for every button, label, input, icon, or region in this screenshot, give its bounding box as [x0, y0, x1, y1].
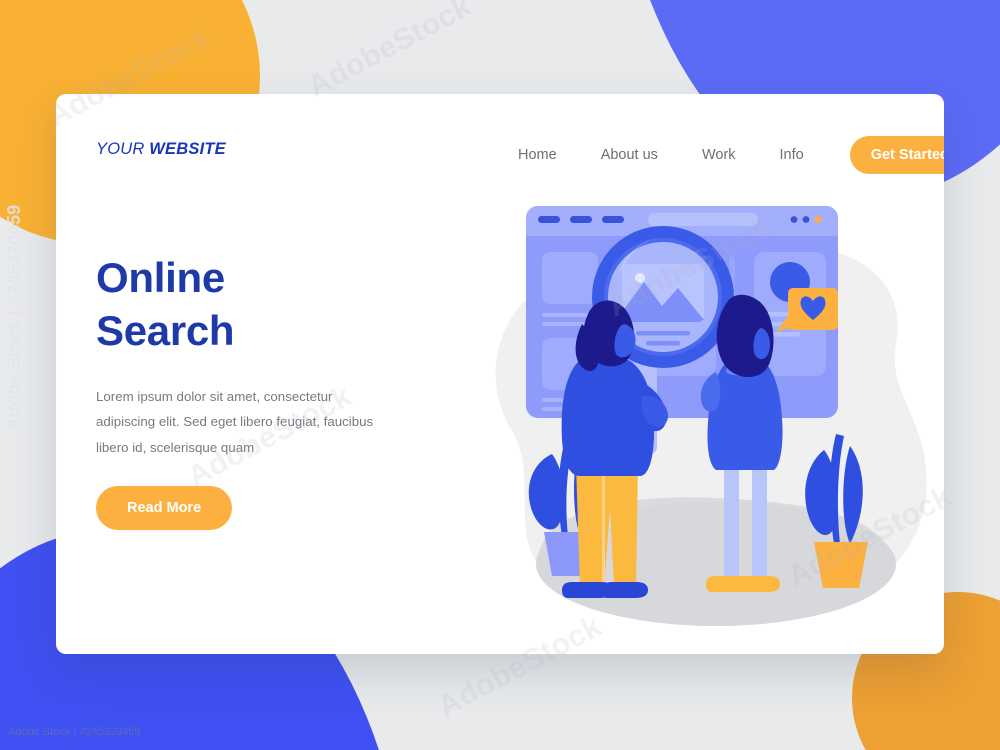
logo-text-second: WEBSITE: [149, 140, 226, 158]
nav-item-about-us[interactable]: About us: [579, 147, 680, 163]
watermark-id-vertical: Adobe Stock | #245320459: [4, 204, 24, 430]
online-search-illustration: [476, 164, 944, 654]
nav-item-work[interactable]: Work: [680, 147, 758, 163]
browser-tab-dash-1: [538, 216, 560, 223]
nav-item-info[interactable]: Info: [758, 147, 826, 163]
page-title: Online Search: [96, 252, 406, 358]
logo-text-first: YOUR: [96, 140, 150, 158]
page-title-line-2: Search: [96, 306, 235, 354]
person-right-leg-1: [724, 462, 739, 584]
browser-dot-3: [814, 216, 822, 223]
read-more-button[interactable]: Read More: [96, 486, 233, 531]
hero-description: Lorem ipsum dolor sit amet, consectetur …: [96, 388, 374, 455]
lens-text-line-2: [646, 341, 680, 346]
person-right-leg-2: [752, 462, 767, 584]
hero-copy: Online Search Lorem ipsum dolor sit amet…: [96, 252, 406, 531]
content-line-1: [542, 313, 594, 317]
page-root: YOUR WEBSITE Home About us Work Info Get…: [0, 0, 1000, 750]
browser-dot-2: [802, 216, 810, 223]
person-right-shoe-2: [738, 576, 780, 592]
person-left-pants-crease: [602, 474, 605, 582]
browser-dot-1: [790, 216, 798, 223]
content-line-2: [542, 322, 586, 326]
site-logo[interactable]: YOUR WEBSITE: [96, 140, 226, 159]
browser-address-bar: [648, 213, 758, 226]
lens-text-line-1: [636, 331, 690, 336]
browser-tab-dash-3: [602, 216, 624, 223]
nav-item-home[interactable]: Home: [496, 147, 579, 163]
page-title-line-1: Online: [96, 254, 225, 301]
content-card-1: [542, 252, 598, 304]
person-left-shoe-2: [602, 582, 648, 598]
browser-tab-dash-2: [570, 216, 592, 223]
landing-page-card: YOUR WEBSITE Home About us Work Info Get…: [56, 94, 944, 654]
plant-right-pot: [814, 542, 868, 588]
image-placeholder-icon: [622, 264, 704, 322]
watermark-tile: AdobeStock: [302, 0, 478, 104]
